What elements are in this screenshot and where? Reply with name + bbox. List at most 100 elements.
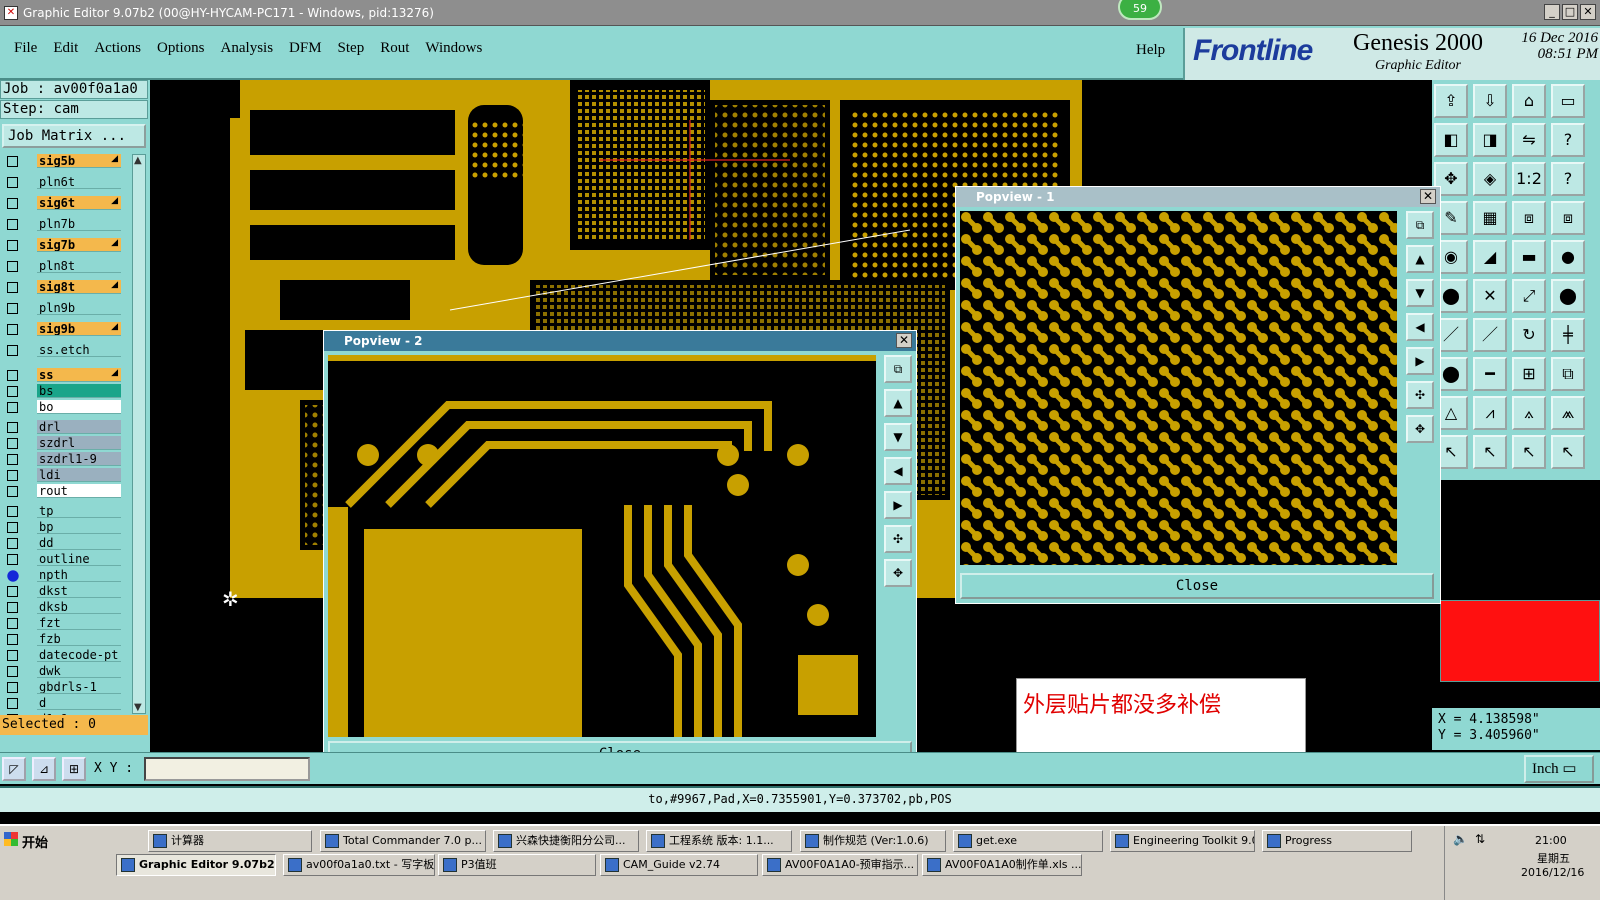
layer-checkbox[interactable] [7, 618, 18, 629]
taskbar-item[interactable]: get.exe [953, 830, 1103, 852]
taskbar-item[interactable]: CAM_Guide v2.74 [600, 854, 758, 876]
layer-row[interactable]: ldi [2, 468, 121, 483]
layer-name[interactable]: pln6t [37, 175, 121, 189]
layer-row[interactable]: dkst [2, 584, 121, 599]
popview2-pan-left-icon[interactable]: ◀ [884, 457, 912, 485]
layer-checkbox[interactable] [7, 470, 18, 481]
snap-icon[interactable]: ◸ [2, 757, 26, 781]
tray-network-icon[interactable]: ⇅ [1475, 832, 1485, 846]
layer-checkbox[interactable] [7, 402, 18, 413]
tool-snap-icon[interactable]: ⧈ [1512, 201, 1546, 235]
grid-icon[interactable]: ⊞ [62, 757, 86, 781]
tool-move-up-icon[interactable]: ⇪ [1434, 84, 1468, 118]
layer-row[interactable]: ss ◢ [2, 368, 121, 383]
layer-name[interactable]: szdrl [37, 436, 121, 450]
layer-row[interactable]: fzt [2, 616, 121, 631]
layer-row[interactable]: bs [2, 384, 121, 399]
taskbar-item[interactable]: Total Commander 7.0 p... [320, 830, 486, 852]
tool-grid2-icon[interactable]: ⊞ [1512, 357, 1546, 391]
layer-checkbox[interactable] [7, 345, 18, 356]
tool-help-icon[interactable]: ? [1551, 123, 1585, 157]
layer-row[interactable]: rout [2, 484, 121, 499]
popview-2-view[interactable] [328, 355, 876, 737]
layer-checkbox[interactable] [7, 538, 18, 549]
layer-name[interactable]: ss.etch [37, 343, 121, 357]
maximize-button[interactable]: □ [1562, 4, 1578, 20]
menu-edit[interactable]: Edit [45, 40, 86, 57]
menu-file[interactable]: File [6, 40, 45, 57]
tool-grid-view-icon[interactable]: ◈ [1473, 162, 1507, 196]
layer-row[interactable]: bo [2, 400, 121, 415]
layer-row[interactable]: pln9b [2, 301, 121, 316]
layer-name[interactable]: d [37, 696, 121, 710]
layer-checkbox[interactable] [7, 602, 18, 613]
layer-row[interactable]: sig7b ◢ [2, 238, 121, 253]
layer-row[interactable]: pln6t [2, 175, 121, 190]
layer-checkbox[interactable] [7, 554, 18, 565]
layer-checkbox[interactable] [7, 634, 18, 645]
popview2-zoom-in-icon[interactable]: ✣ [884, 525, 912, 553]
layer-name[interactable]: dwk [37, 664, 121, 678]
layer-checkbox[interactable] [7, 666, 18, 677]
layer-name[interactable]: fzt [37, 616, 121, 630]
layer-affected-dot-icon[interactable] [6, 569, 20, 583]
popview2-zoom-out-icon[interactable]: ✥ [884, 559, 912, 587]
layer-row[interactable]: outline [2, 552, 121, 567]
popview2-pan-right-icon[interactable]: ▶ [884, 491, 912, 519]
popview2-pan-down-icon[interactable]: ▼ [884, 423, 912, 451]
popview-pan-down-icon[interactable]: ▼ [1406, 279, 1434, 307]
xy-input[interactable] [144, 757, 310, 781]
minimize-button[interactable]: _ [1544, 4, 1560, 20]
menu-step[interactable]: Step [330, 40, 373, 57]
layer-row[interactable]: szdrl [2, 436, 121, 451]
layer-name[interactable]: outline [37, 552, 121, 566]
menu-windows[interactable]: Windows [417, 40, 490, 57]
layer-row[interactable]: dksb [2, 600, 121, 615]
layer-row[interactable]: sig6t ◢ [2, 196, 121, 211]
layer-checkbox[interactable] [7, 240, 18, 251]
layer-row[interactable]: sig8t ◢ [2, 280, 121, 295]
layer-checkbox[interactable] [7, 698, 18, 709]
scroll-down-icon[interactable]: ▼ [134, 702, 142, 713]
layer-row[interactable]: gbdrls-1 [2, 680, 121, 695]
layer-checkbox[interactable] [7, 422, 18, 433]
layer-name[interactable]: sig5b [37, 154, 121, 168]
layer-name[interactable]: fzb [37, 632, 121, 646]
tool-delete-icon[interactable]: ✕ [1473, 279, 1507, 313]
menu-dfm[interactable]: DFM [281, 40, 330, 57]
taskbar-item[interactable]: AV00F0A1A0-预审指示... [762, 854, 918, 876]
layer-name[interactable]: szdrl1-9 [37, 452, 121, 466]
tool-dash-icon[interactable]: ━ [1473, 357, 1507, 391]
layer-row[interactable]: pln7b [2, 217, 121, 232]
layer-row[interactable]: npth [2, 568, 121, 583]
layer-checkbox[interactable] [7, 522, 18, 533]
tool-snap2-icon[interactable]: ⧈ [1551, 201, 1585, 235]
layer-checkbox[interactable] [7, 682, 18, 693]
tool-resize-icon[interactable]: ⤢ [1512, 279, 1546, 313]
layer-row[interactable]: d [2, 696, 121, 711]
tool-arc2-icon[interactable]: ⟑ [1512, 396, 1546, 430]
layer-row[interactable]: drl [2, 420, 121, 435]
layer-checkbox[interactable] [7, 324, 18, 335]
tray-volume-icon[interactable]: 🔈 [1453, 832, 1468, 846]
layer-checkbox[interactable] [7, 156, 18, 167]
notification-badge[interactable]: 59 [1118, 0, 1162, 20]
taskbar-item[interactable]: Progress [1262, 830, 1412, 852]
taskbar-item[interactable]: P3值班 [438, 854, 596, 876]
layer-name[interactable]: npth [37, 568, 121, 582]
popview-1-close-button[interactable]: Close [960, 573, 1434, 599]
tool-line-icon[interactable]: ◢ [1473, 240, 1507, 274]
tool-move-left-icon[interactable]: ◧ [1434, 123, 1468, 157]
layer-name[interactable]: pln7b [37, 217, 121, 231]
layer-row[interactable]: ss.etch [2, 343, 121, 358]
layer-name[interactable]: sig8t [37, 280, 121, 294]
layer-row[interactable]: dwk [2, 664, 121, 679]
layer-name[interactable]: tp [37, 504, 121, 518]
layer-name[interactable]: dd [37, 536, 121, 550]
popview-1-close-icon[interactable]: ✕ [1420, 189, 1436, 204]
tool-frame-icon[interactable]: ▭ [1551, 84, 1585, 118]
popview-pan-up-icon[interactable]: ▲ [1406, 245, 1434, 273]
layer-row[interactable]: sig9b ◢ [2, 322, 121, 337]
layer-checkbox[interactable] [7, 219, 18, 230]
tool-align-icon[interactable]: ╪ [1551, 318, 1585, 352]
